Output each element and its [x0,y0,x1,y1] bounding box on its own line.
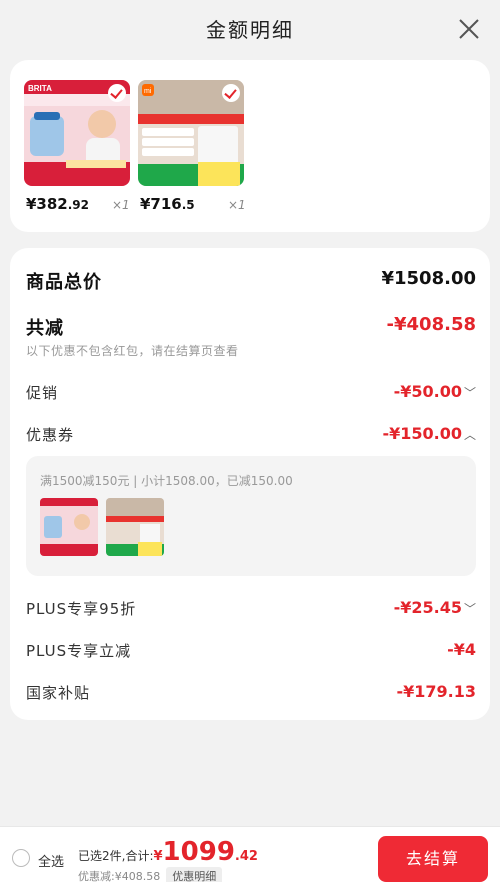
chevron-up-icon[interactable]: ︿ [464,426,476,443]
product-price: ¥382.92 [26,195,90,213]
plus-95-discount-row[interactable]: PLUS专享95折 -¥25.45 ﹀ [26,598,476,624]
brand-logo-text: BRITA [28,84,52,93]
brita-thumbnail-image [40,498,98,556]
discount-note: 以下优惠不包含红包，请在结算页查看 [26,344,239,358]
select-all-label[interactable]: 全选 [38,851,64,870]
selected-check-icon [108,84,126,102]
selected-summary-label: 已选2件,合计: [78,849,154,863]
chevron-down-icon[interactable]: ﹀ [464,384,476,401]
coupon-detail-panel: 满1500减150元 | 小计1508.00，已减150.00 [26,456,476,576]
chevron-down-icon[interactable]: ﹀ [464,600,476,617]
total-discount-value: -¥408.58 [386,314,476,335]
water-purifier-thumbnail-image [106,498,164,556]
discount-summary: 优惠减:¥408.58 优惠明细 [78,867,223,882]
plus-instant-discount-row: PLUS专享立减 -¥4 [26,640,476,666]
goods-total-row: 商品总价 ¥1508.00 [26,268,476,294]
close-icon[interactable] [458,18,480,40]
currency-symbol: ¥ [153,849,163,864]
plus-instant-value: -¥4 [447,640,476,659]
products-card: BRITA ¥382.92 ×1 mi ¥716.5 ×1 [10,60,490,232]
brand-logo-text: mi [144,88,152,95]
coupon-label: 优惠券 [26,426,75,444]
checkout-bar: 全选 已选2件,合计:¥1099.42 优惠减:¥408.58 优惠明细 去结算 [0,826,500,882]
coupon-product-thumbnail [40,498,98,556]
total-discount-label: 共减 [26,318,64,339]
select-all-radio[interactable] [12,849,30,867]
total-amount-decimal: .42 [234,849,258,864]
coupon-detail-text: 满1500减150元 | 小计1508.00，已减150.00 [40,474,293,488]
goods-total-label: 商品总价 [26,272,102,293]
promotion-value: -¥50.00 [393,382,462,401]
national-subsidy-value: -¥179.13 [396,682,476,701]
discount-detail-button[interactable]: 优惠明细 [166,867,223,882]
plus-95-value: -¥25.45 [393,598,462,617]
sheet-title: 金额明细 [206,18,294,42]
national-subsidy-row: 国家补贴 -¥179.13 [26,682,476,708]
promotion-row[interactable]: 促销 -¥50.00 ﹀ [26,382,476,408]
checkout-button[interactable]: 去结算 [378,836,488,882]
goods-total-value: ¥1508.00 [381,268,476,289]
plus-instant-label: PLUS专享立减 [26,642,132,660]
product-quantity: ×1 [112,198,130,212]
order-total: 已选2件,合计:¥1099.42 [78,837,258,867]
product-thumbnail[interactable]: mi [138,80,244,186]
product-thumbnail[interactable]: BRITA [24,80,130,186]
total-discount-row: 共减 -¥408.58 [26,314,476,340]
product-item[interactable]: mi ¥716.5 ×1 [138,80,246,213]
promotion-label: 促销 [26,384,59,402]
national-subsidy-label: 国家补贴 [26,684,91,702]
product-quantity: ×1 [228,198,246,212]
coupon-product-thumbnail [106,498,164,556]
product-price: ¥716.5 [140,195,195,213]
plus-95-label: PLUS专享95折 [26,600,137,618]
sheet-header: 金额明细 [0,0,500,60]
coupon-value: -¥150.00 [382,424,462,443]
selected-check-icon [222,84,240,102]
discount-summary-text: 优惠减:¥408.58 [78,870,161,882]
coupon-row[interactable]: 优惠券 -¥150.00 ︿ [26,424,476,450]
total-amount: 1099 [162,837,235,867]
price-detail-card: 商品总价 ¥1508.00 共减 -¥408.58 以下优惠不包含红包，请在结算… [10,248,490,720]
product-item[interactable]: BRITA ¥382.92 ×1 [24,80,130,213]
